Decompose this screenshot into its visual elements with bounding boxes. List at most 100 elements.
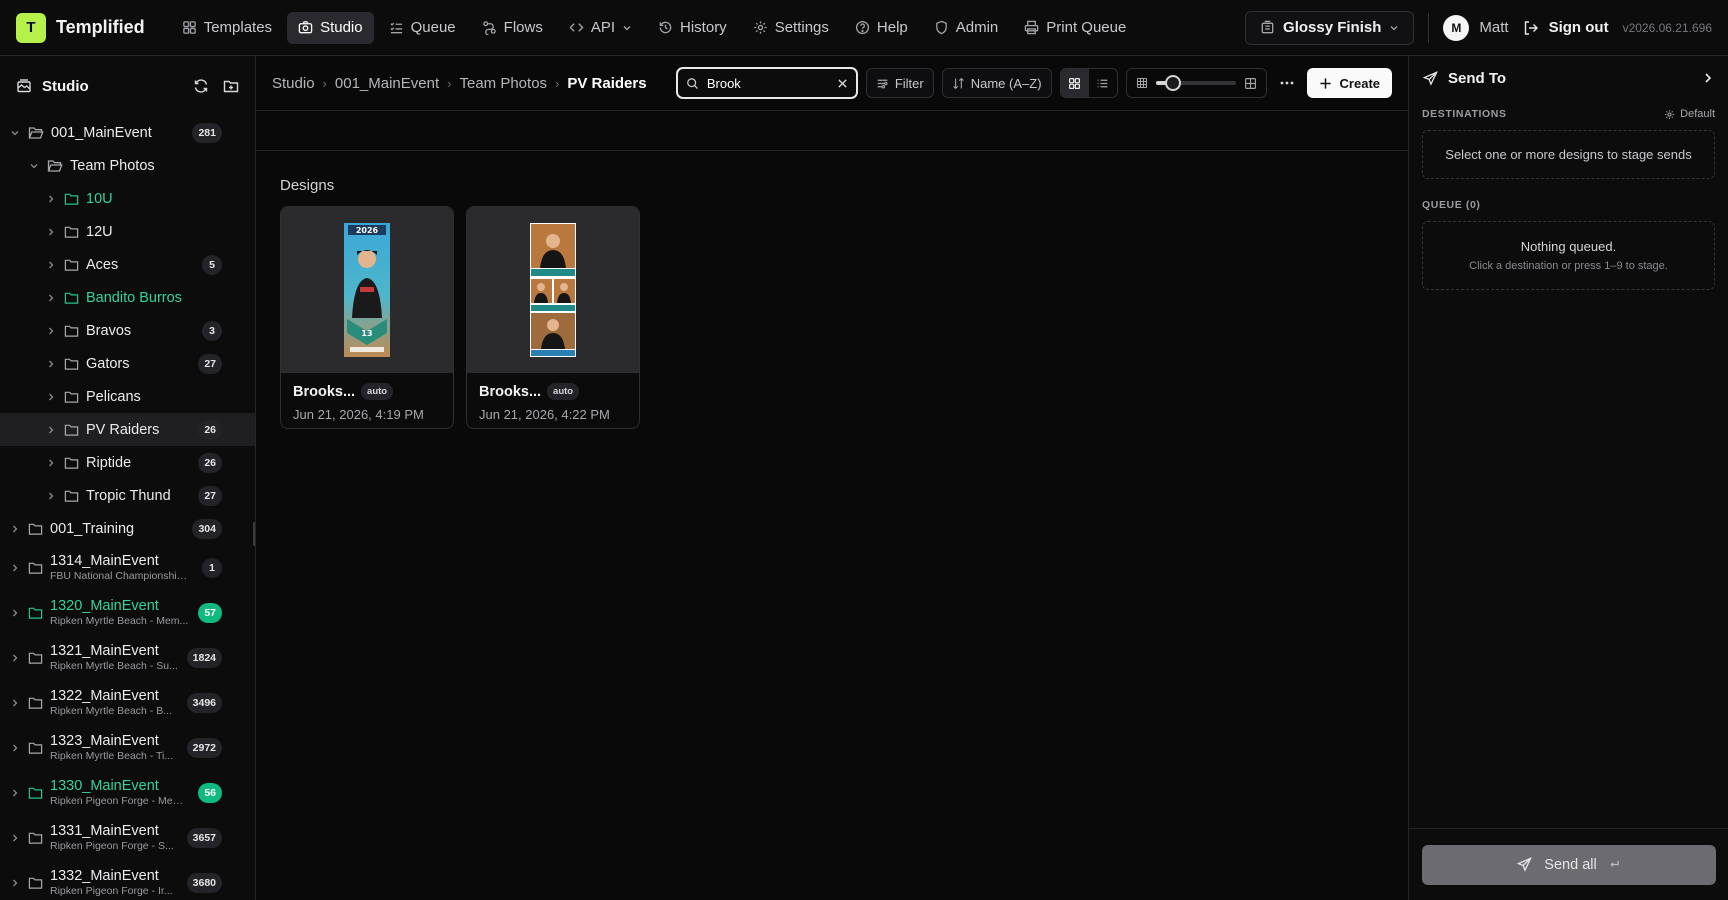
chevron-right-icon[interactable] (44, 392, 58, 402)
default-button[interactable]: Default (1664, 108, 1715, 120)
breadcrumb-001-mainevent[interactable]: 001_MainEvent (335, 75, 439, 92)
gear-icon (1664, 109, 1675, 120)
tree-item-subtitle: Ripken Myrtle Beach - Su... (50, 660, 178, 672)
chevron-right-icon[interactable] (44, 491, 58, 501)
chevron-right-icon[interactable] (44, 227, 58, 237)
tree-item[interactable]: Team Photos (0, 149, 255, 182)
create-button[interactable]: Create (1306, 68, 1392, 98)
sort-button[interactable]: Name (A–Z) (941, 68, 1052, 98)
chevron-right-icon[interactable] (8, 524, 22, 534)
user-menu[interactable]: M Matt (1443, 14, 1509, 41)
design-card[interactable]: 2026 13 Brooks... auto Jun 21, 2026, 4:1… (280, 206, 454, 429)
chevron-right-icon[interactable] (44, 458, 58, 468)
tree-item[interactable]: Riptide 26 (0, 446, 255, 479)
chevron-right-icon[interactable] (8, 878, 22, 888)
breadcrumb-current: PV Raiders (567, 74, 647, 92)
design-card[interactable]: Brooks... auto Jun 21, 2026, 4:22 PM (466, 206, 640, 429)
clear-search-icon[interactable] (837, 78, 848, 89)
tree-item[interactable]: 001_MainEvent 281 (0, 116, 255, 149)
grid-view-button[interactable] (1060, 69, 1089, 97)
nav-api[interactable]: API (558, 12, 643, 44)
tree-item[interactable]: Tropic Thund 27 (0, 479, 255, 512)
tree-item[interactable]: Gators 27 (0, 347, 255, 380)
chevron-right-icon[interactable] (8, 833, 22, 843)
count-badge: 57 (198, 602, 222, 623)
tree-item[interactable]: 1314_MainEvent FBU National Championships… (0, 545, 255, 590)
flow-icon (482, 20, 497, 35)
nav-flows[interactable]: Flows (471, 12, 554, 44)
content-toolbar: Studio › 001_MainEvent › Team Photos › P… (256, 56, 1408, 111)
nav-queue[interactable]: Queue (378, 12, 467, 44)
chevron-right-icon[interactable] (8, 653, 22, 663)
chevron-right-icon[interactable] (44, 194, 58, 204)
main-content: Studio › 001_MainEvent › Team Photos › P… (256, 56, 1408, 900)
new-folder-icon[interactable] (223, 78, 239, 94)
search-input[interactable] (706, 75, 829, 91)
chevron-right-icon[interactable] (8, 608, 22, 618)
tree-item-text: 12U (86, 224, 113, 240)
send-all-button[interactable]: Send all (1421, 844, 1716, 885)
tree-item[interactable]: 10U (0, 182, 255, 215)
nav-history[interactable]: History (647, 12, 738, 44)
tree-item[interactable]: 001_Training 304 (0, 512, 255, 545)
chevron-right-icon[interactable] (8, 698, 22, 708)
tree-item-label: 001_Training (50, 520, 135, 537)
tree-item[interactable]: Pelicans (0, 380, 255, 413)
refresh-icon[interactable] (193, 78, 209, 94)
breadcrumb-team-photos[interactable]: Team Photos (459, 75, 547, 92)
card-info: Brooks... auto Jun 21, 2026, 4:22 PM (467, 373, 639, 428)
chevron-right-icon[interactable] (44, 359, 58, 369)
sidebar-actions (193, 78, 239, 94)
sign-out-button[interactable]: Sign out (1523, 19, 1609, 36)
tree-item[interactable]: 1321_MainEvent Ripken Myrtle Beach - Su..… (0, 635, 255, 680)
tree-item-label: Riptide (86, 454, 132, 471)
thumbnail-size-slider[interactable] (1155, 75, 1236, 91)
folder-icon (28, 651, 43, 665)
tree-item-label: Pelicans (86, 388, 141, 405)
chevron-right-icon[interactable] (44, 260, 58, 270)
tree-item[interactable]: PV Raiders 26 (0, 413, 255, 446)
chevron-right-icon[interactable] (44, 293, 58, 303)
chevron-right-icon[interactable] (44, 425, 58, 435)
slider-thumb[interactable] (1165, 75, 1182, 91)
chevron-right-icon[interactable] (8, 563, 22, 573)
nav-templates[interactable]: Templates (171, 12, 283, 44)
tree-item-label: 1320_MainEvent (50, 598, 159, 614)
count-badge: 3496 (186, 692, 222, 713)
more-options-button[interactable] (1275, 75, 1299, 91)
nav-print-queue[interactable]: Print Queue (1013, 12, 1137, 44)
tree-item[interactable]: Bandito Burros (0, 281, 255, 314)
app-logo[interactable]: T Templified (16, 12, 145, 43)
folder-icon (64, 258, 79, 272)
tree-item[interactable]: 1322_MainEvent Ripken Myrtle Beach - B...… (0, 680, 255, 725)
chevron-right-icon[interactable] (8, 743, 22, 753)
folder-icon (64, 291, 79, 305)
nav-help[interactable]: Help (844, 12, 919, 44)
queue-empty-title: Nothing queued. (1520, 239, 1617, 254)
nav-admin[interactable]: Admin (923, 12, 1010, 44)
tree-item[interactable]: 1320_MainEvent Ripken Myrtle Beach - Mem.… (0, 590, 255, 635)
tree-item-label: 12U (86, 223, 113, 240)
tree-item-label: Bandito Burros (86, 289, 182, 306)
search-box (675, 67, 858, 99)
chevron-down-icon[interactable] (8, 128, 22, 138)
filter-button[interactable]: Filter (865, 68, 934, 98)
tree-item[interactable]: 1332_MainEvent Ripken Pigeon Forge - Ir..… (0, 860, 255, 900)
breadcrumb-studio[interactable]: Studio (272, 75, 315, 92)
chevron-right-icon[interactable] (44, 326, 58, 336)
chevron-down-icon[interactable] (27, 161, 41, 171)
tree-item[interactable]: 1323_MainEvent Ripken Myrtle Beach - Ti..… (0, 725, 255, 770)
tree-item[interactable]: 12U (0, 215, 255, 248)
grid-view-icon (1068, 77, 1081, 90)
tree-item[interactable]: 1331_MainEvent Ripken Pigeon Forge - S...… (0, 815, 255, 860)
tree-item[interactable]: Bravos 3 (0, 314, 255, 347)
chevron-right-icon[interactable] (1702, 72, 1714, 84)
nav-settings[interactable]: Settings (742, 12, 840, 44)
chevron-right-icon[interactable] (8, 788, 22, 798)
tree-item[interactable]: 1330_MainEvent Ripken Pigeon Forge - Mem.… (0, 770, 255, 815)
finish-selector[interactable]: Glossy Finish (1245, 10, 1415, 45)
folder-open-icon (47, 159, 63, 173)
tree-item[interactable]: Aces 5 (0, 248, 255, 281)
list-view-button[interactable] (1089, 69, 1117, 97)
nav-studio[interactable]: Studio (287, 11, 374, 44)
